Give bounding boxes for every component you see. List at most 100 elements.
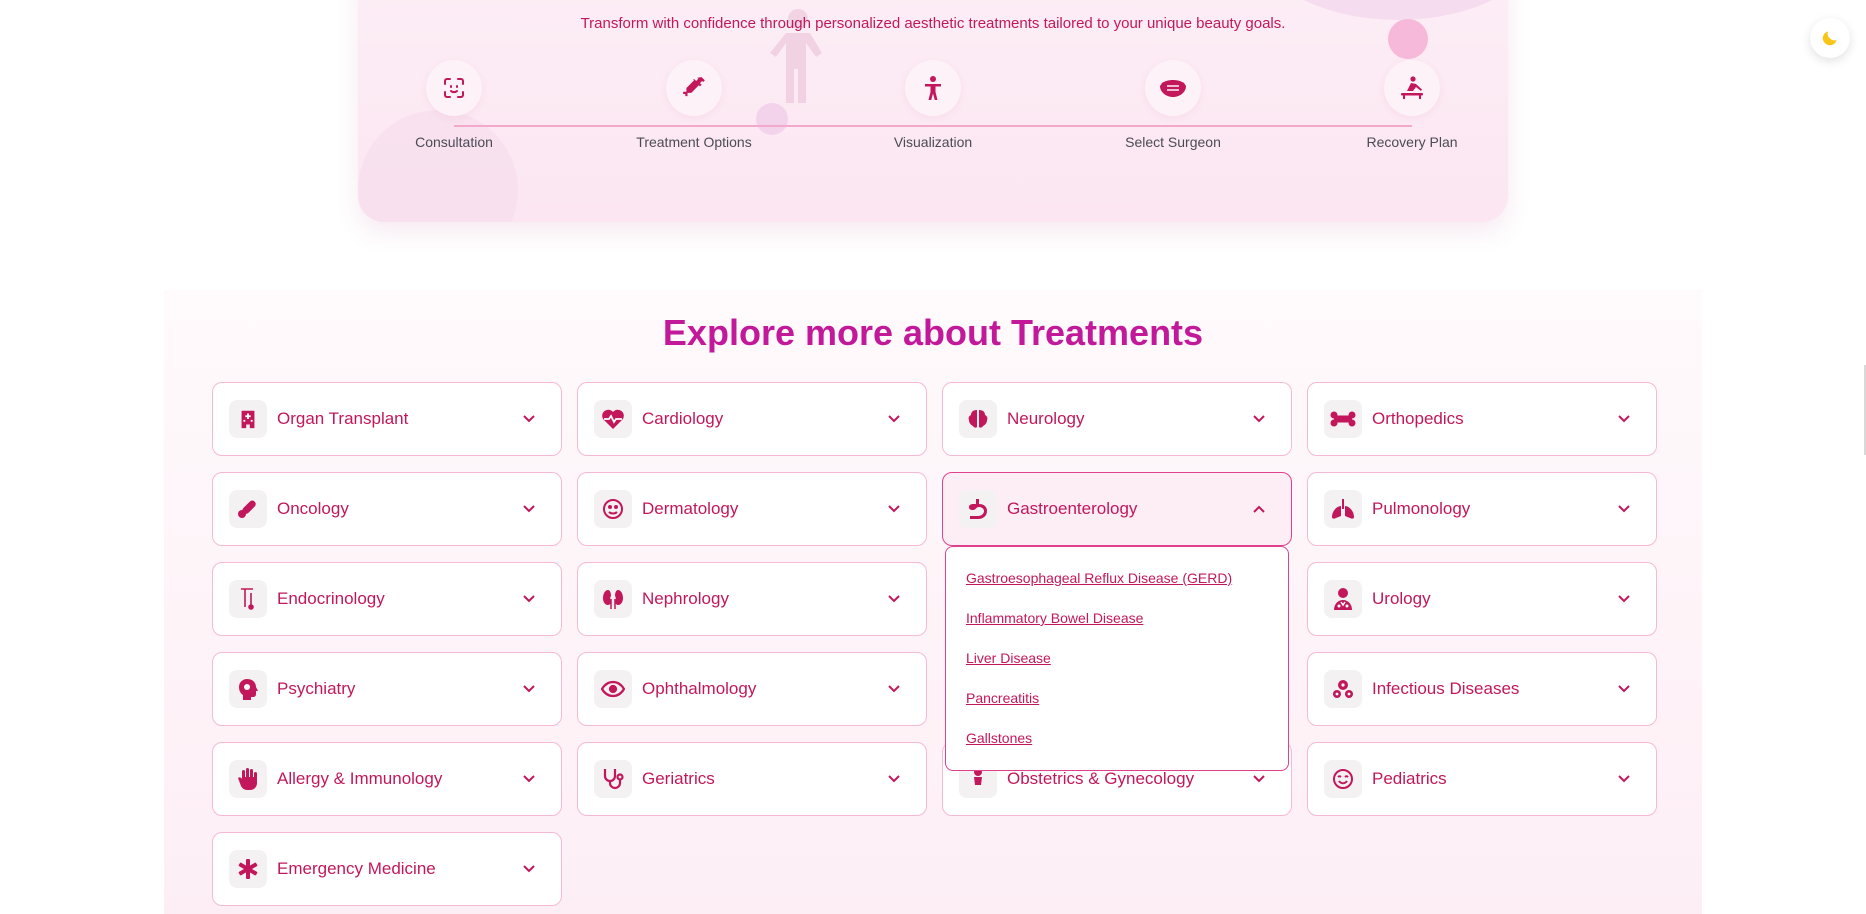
head-brain-icon bbox=[229, 670, 267, 708]
stethoscope-icon bbox=[594, 760, 632, 798]
accordion-label: Gastroenterology bbox=[1007, 499, 1138, 518]
chevron-down-icon bbox=[876, 499, 912, 519]
accordion-pediatrics[interactable]: Pediatrics bbox=[1307, 742, 1657, 816]
hospital-icon bbox=[229, 400, 267, 438]
accordion-label: Ophthalmology bbox=[642, 679, 757, 698]
person-icon bbox=[905, 60, 961, 116]
chevron-down-icon bbox=[511, 589, 547, 609]
stomach-icon bbox=[959, 490, 997, 528]
chevron-down-icon bbox=[1241, 769, 1277, 789]
chevron-down-icon bbox=[1606, 499, 1642, 519]
mask-icon bbox=[1145, 60, 1201, 116]
step-label: Consultation bbox=[415, 134, 493, 150]
accordion-label: Orthopedics bbox=[1372, 409, 1464, 428]
chevron-down-icon bbox=[876, 589, 912, 609]
chevron-down-icon bbox=[511, 499, 547, 519]
theme-toggle-button[interactable] bbox=[1810, 18, 1850, 58]
syringe-icon bbox=[666, 60, 722, 116]
accordion-label: Geriatrics bbox=[642, 769, 715, 788]
chevron-down-icon bbox=[511, 859, 547, 879]
gastro-link-pancreatitis[interactable]: Pancreatitis bbox=[966, 689, 1268, 708]
accordion-label: Nephrology bbox=[642, 589, 729, 608]
gastro-link-gerd[interactable]: Gastroesophageal Reflux Disease (GERD) bbox=[966, 569, 1268, 588]
accordion-psychiatry[interactable]: Psychiatry bbox=[212, 652, 562, 726]
chevron-down-icon bbox=[1606, 679, 1642, 699]
hand-icon bbox=[229, 760, 267, 798]
accordion-label: Psychiatry bbox=[277, 679, 356, 698]
accordion-endocrinology[interactable]: Endocrinology bbox=[212, 562, 562, 636]
accordion-label: Infectious Diseases bbox=[1372, 679, 1520, 698]
accordion-label: Endocrinology bbox=[277, 589, 385, 608]
chevron-up-icon bbox=[1241, 499, 1277, 519]
gastro-link-ibd[interactable]: Inflammatory Bowel Disease bbox=[966, 609, 1268, 628]
accordion-infectious-diseases[interactable]: Infectious Diseases bbox=[1307, 652, 1657, 726]
accordion-label: Cardiology bbox=[642, 409, 724, 428]
accordion-gastroenterology[interactable]: Gastroenterology bbox=[942, 472, 1292, 546]
virus-icon bbox=[1324, 670, 1362, 708]
asterisk-icon bbox=[229, 850, 267, 888]
gastroenterology-dropdown: Gastroesophageal Reflux Disease (GERD) I… bbox=[945, 546, 1289, 771]
heart-pulse-icon bbox=[594, 400, 632, 438]
journey-card: Transform with confidence through person… bbox=[358, 0, 1508, 222]
accordion-dermatology[interactable]: Dermatology bbox=[577, 472, 927, 546]
accordion-allergy-immunology[interactable]: Allergy & Immunology bbox=[212, 742, 562, 816]
chevron-down-icon bbox=[876, 679, 912, 699]
lungs-icon bbox=[1324, 490, 1362, 528]
accordion-label: Organ Transplant bbox=[277, 409, 409, 428]
explore-section: Explore more about Treatments Organ Tran… bbox=[164, 290, 1702, 914]
smile-face-icon bbox=[1324, 760, 1362, 798]
chevron-down-icon bbox=[511, 679, 547, 699]
journey-subtitle: Transform with confidence through person… bbox=[580, 15, 1286, 32]
accordion-orthopedics[interactable]: Orthopedics bbox=[1307, 382, 1657, 456]
accordion-label: Urology bbox=[1372, 589, 1431, 608]
accordion-emergency-medicine[interactable]: Emergency Medicine bbox=[212, 832, 562, 906]
gastro-link-liver-disease[interactable]: Liver Disease bbox=[966, 649, 1268, 668]
step-select-surgeon[interactable]: Select Surgeon bbox=[1093, 60, 1253, 150]
accordion-pulmonology[interactable]: Pulmonology bbox=[1307, 472, 1657, 546]
accordion-oncology[interactable]: Oncology bbox=[212, 472, 562, 546]
step-label: Recovery Plan bbox=[1366, 134, 1458, 150]
section-title: Explore more about Treatments bbox=[662, 312, 1204, 353]
doctor-icon bbox=[1324, 580, 1362, 618]
step-treatment-options[interactable]: Treatment Options bbox=[614, 60, 774, 150]
accordion-label: Allergy & Immunology bbox=[277, 769, 443, 788]
chevron-down-icon bbox=[511, 769, 547, 789]
step-consultation[interactable]: Consultation bbox=[374, 60, 534, 150]
accordion-neurology[interactable]: Neurology bbox=[942, 382, 1292, 456]
pills-icon bbox=[229, 490, 267, 528]
bone-icon bbox=[1324, 400, 1362, 438]
step-label: Select Surgeon bbox=[1125, 134, 1221, 150]
kidneys-icon bbox=[594, 580, 632, 618]
chevron-down-icon bbox=[1606, 589, 1642, 609]
accordion-cardiology[interactable]: Cardiology bbox=[577, 382, 927, 456]
chevron-down-icon bbox=[1241, 409, 1277, 429]
accordion-urology[interactable]: Urology bbox=[1307, 562, 1657, 636]
brain-icon bbox=[959, 400, 997, 438]
accordion-label: Dermatology bbox=[642, 499, 739, 518]
accordion-label: Obstetrics & Gynecology bbox=[1007, 769, 1195, 788]
accordion-label: Emergency Medicine bbox=[277, 859, 436, 878]
gastro-link-gallstones[interactable]: Gallstones bbox=[966, 729, 1268, 748]
accordion-label: Neurology bbox=[1007, 409, 1085, 428]
chevron-down-icon bbox=[876, 769, 912, 789]
eye-icon bbox=[594, 670, 632, 708]
step-visualization[interactable]: Visualization bbox=[853, 60, 1013, 150]
chevron-down-icon bbox=[1606, 769, 1642, 789]
moon-icon bbox=[1822, 31, 1837, 46]
accordion-organ-transplant[interactable]: Organ Transplant bbox=[212, 382, 562, 456]
accordion-label: Pediatrics bbox=[1372, 769, 1447, 788]
step-label: Treatment Options bbox=[636, 134, 752, 150]
chevron-down-icon bbox=[876, 409, 912, 429]
thermometer-icon bbox=[229, 580, 267, 618]
massage-icon bbox=[1384, 60, 1440, 116]
step-label: Visualization bbox=[893, 134, 973, 150]
face-scan-icon bbox=[426, 60, 482, 116]
accordion-nephrology[interactable]: Nephrology bbox=[577, 562, 927, 636]
accordion-label: Oncology bbox=[277, 499, 349, 518]
step-recovery-plan[interactable]: Recovery Plan bbox=[1332, 60, 1492, 150]
chevron-down-icon bbox=[1606, 409, 1642, 429]
accordion-geriatrics[interactable]: Geriatrics bbox=[577, 742, 927, 816]
accordion-label: Pulmonology bbox=[1372, 499, 1471, 518]
accordion-ophthalmology[interactable]: Ophthalmology bbox=[577, 652, 927, 726]
face-icon bbox=[594, 490, 632, 528]
